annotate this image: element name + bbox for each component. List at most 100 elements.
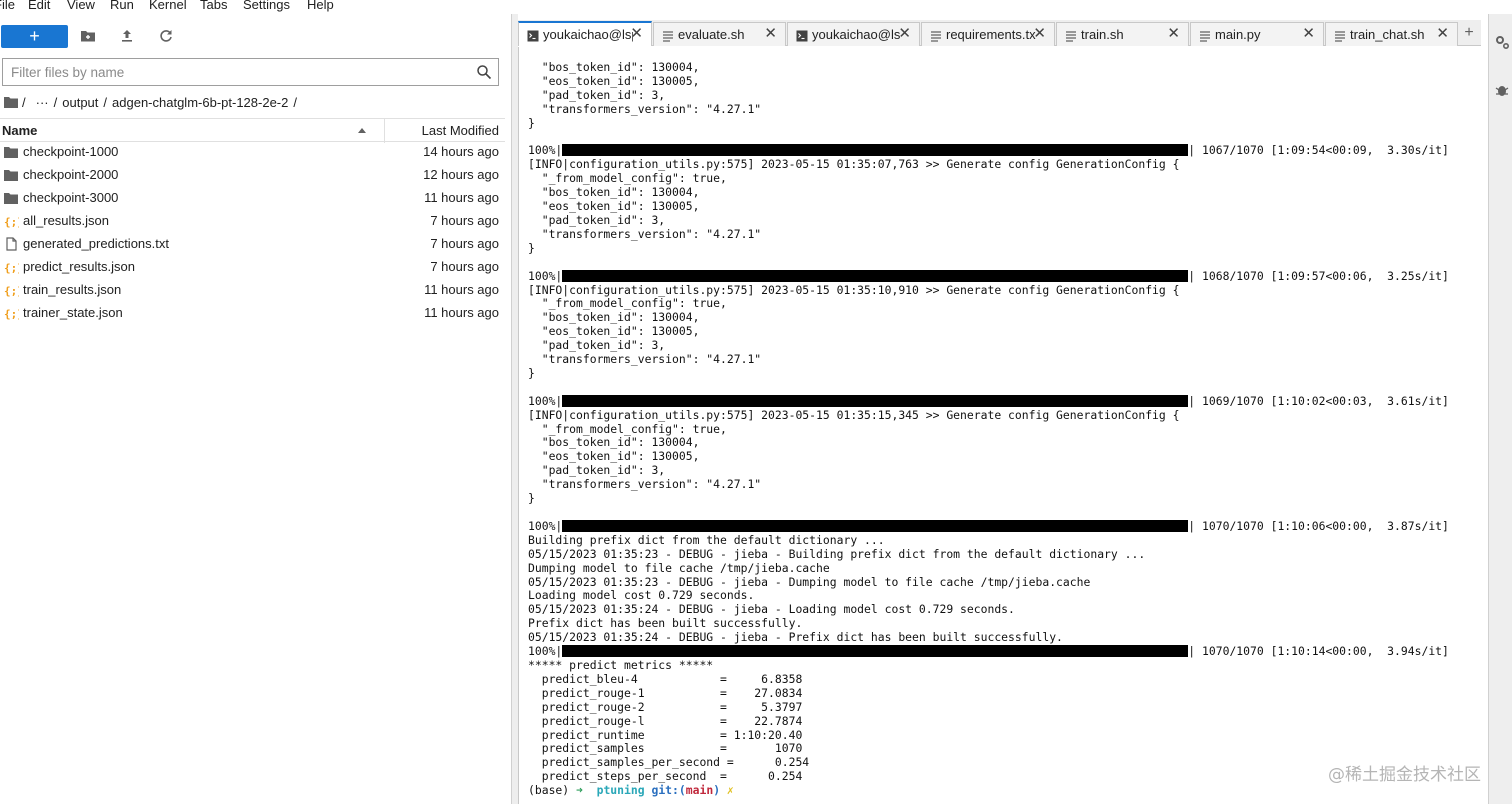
breadcrumb-item-output[interactable]: output [62, 95, 98, 110]
file-row[interactable]: {;} trainer_state.json 11 hours ago [0, 302, 505, 325]
json-file-icon: {;} [4, 260, 24, 275]
tab-requirements-tx[interactable]: requirements.tx ✕ [921, 22, 1055, 46]
file-filter-box [2, 58, 499, 86]
terminal-icon [527, 29, 539, 42]
prompt-git: git:( [651, 783, 686, 798]
property-inspector-gear-icon[interactable] [1494, 34, 1510, 50]
file-name: predict_results.json [23, 259, 135, 274]
tab-youkaichao-lsp[interactable]: youkaichao@lsp ✕ [787, 22, 920, 46]
terminal-line: } [528, 365, 535, 380]
file-name: train_results.json [23, 282, 122, 297]
dock-tab-bar: youkaichao@lsp ✕ evaluate.sh ✕ youkaichao@ls… [518, 20, 1481, 46]
terminal-line: Loading model cost 0.729 seconds. [528, 588, 755, 603]
progress-percent: 100%| [528, 143, 563, 158]
progress-percent: 100%| [528, 393, 563, 408]
file-row[interactable]: checkpoint-1000 14 hours ago [0, 141, 505, 164]
file-modified: 11 hours ago [424, 190, 499, 205]
right-sidebar [1488, 14, 1512, 804]
terminal-line: predict_bleu-4 = 6.8358 [528, 671, 803, 686]
folder-icon[interactable] [4, 96, 19, 108]
close-tab-icon[interactable]: ✕ [1033, 26, 1046, 42]
close-tab-icon[interactable]: ✕ [1302, 26, 1315, 42]
progress-status: | 1070/1070 [1:10:14<00:00, 3.94s/it] [1188, 644, 1449, 659]
text-file-icon [1065, 29, 1077, 42]
file-row[interactable]: {;} all_results.json 7 hours ago [0, 210, 505, 233]
breadcrumb-root[interactable]: / [22, 95, 26, 110]
terminal-panel[interactable]: "bos_token_id": 130004, "eos_token_id": … [518, 47, 1481, 804]
filter-files-input[interactable] [3, 59, 463, 85]
tab-train-chat-sh[interactable]: train_chat.sh ✕ [1325, 22, 1458, 46]
menu-item-kernel[interactable]: Kernel [149, 0, 187, 13]
progress-bar [562, 394, 1189, 407]
json-file-icon: {;} [4, 214, 24, 229]
menu-item-edit[interactable]: Edit [28, 0, 50, 13]
prompt-directory: ptuning [596, 783, 645, 798]
last-modified-column-header[interactable]: Last Modified [422, 123, 499, 138]
tab-youkaichao-lsp[interactable]: youkaichao@lsp ✕ [518, 21, 652, 46]
menu-item-view[interactable]: View [67, 0, 95, 13]
menu-item-run[interactable]: Run [110, 0, 134, 13]
file-modified: 12 hours ago [423, 167, 499, 182]
terminal-line: } [528, 491, 535, 506]
tab-main-py[interactable]: main.py ✕ [1190, 22, 1324, 46]
file-name: generated_predictions.txt [23, 236, 169, 251]
new-folder-button[interactable] [78, 26, 98, 46]
svg-text:{;}: {;} [4, 308, 19, 321]
tab-label: train.sh [1081, 27, 1124, 42]
refresh-icon [160, 30, 172, 42]
file-row[interactable]: {;} predict_results.json 7 hours ago [0, 256, 505, 279]
search-icon[interactable] [476, 64, 492, 80]
name-column-header[interactable]: Name [2, 123, 37, 138]
tab-evaluate-sh[interactable]: evaluate.sh ✕ [653, 22, 786, 46]
close-tab-icon[interactable]: ✕ [764, 26, 777, 42]
text-file-icon [4, 237, 19, 251]
file-modified: 7 hours ago [430, 213, 499, 228]
file-row[interactable]: checkpoint-2000 12 hours ago [0, 164, 505, 187]
close-tab-icon[interactable]: ✕ [1436, 26, 1449, 42]
prompt-dirty-icon: ✗ [726, 783, 734, 798]
new-launcher-button[interactable]: + [1, 25, 68, 48]
tab-label: main.py [1215, 27, 1261, 42]
debugger-bug-icon[interactable] [1494, 82, 1510, 98]
progress-bar [562, 269, 1189, 282]
sort-ascending-icon[interactable] [357, 126, 367, 134]
file-name: trainer_state.json [23, 305, 123, 320]
terminal-line: } [528, 240, 535, 255]
terminal-line: "transformers_version": "4.27.1" [528, 226, 762, 241]
refresh-button[interactable] [156, 26, 176, 46]
progress-percent: 100%| [528, 644, 563, 659]
breadcrumb-ellipsis[interactable]: ··· [36, 95, 49, 110]
file-row[interactable]: {;} train_results.json 11 hours ago [0, 279, 505, 302]
terminal-line: "eos_token_id": 130005, [528, 324, 700, 339]
terminal-line: "bos_token_id": 130004, [528, 435, 700, 450]
add-tab-button[interactable]: + [1458, 22, 1480, 44]
upload-button[interactable] [117, 26, 137, 46]
close-tab-icon[interactable]: ✕ [1167, 26, 1180, 42]
menu-item-file[interactable]: File [0, 0, 15, 13]
menu-item-settings[interactable]: Settings [243, 0, 290, 13]
close-tab-icon[interactable]: ✕ [630, 26, 643, 42]
close-tab-icon[interactable]: ✕ [898, 26, 911, 42]
file-modified: 7 hours ago [430, 259, 499, 274]
tab-train-sh[interactable]: train.sh ✕ [1056, 22, 1189, 46]
terminal-line: predict_steps_per_second = 0.254 [528, 769, 803, 784]
terminal-line: [INFO|configuration_utils.py:575] 2023-0… [528, 407, 1180, 422]
terminal-line: [INFO|configuration_utils.py:575] 2023-0… [528, 282, 1180, 297]
terminal-line: Prefix dict has been built successfully. [528, 616, 803, 631]
file-name: checkpoint-1000 [23, 144, 119, 159]
terminal-line: "_from_model_config": true, [528, 171, 727, 186]
terminal-line: Building prefix dict from the default di… [528, 532, 885, 547]
terminal-output: "bos_token_id": 130004, "eos_token_id": … [528, 60, 1449, 798]
menu-item-help[interactable]: Help [307, 0, 334, 13]
file-row[interactable]: generated_predictions.txt 7 hours ago [0, 233, 505, 256]
column-divider[interactable] [384, 119, 385, 143]
terminal-line: "eos_token_id": 130005, [528, 199, 700, 214]
json-file-icon: {;} [4, 306, 24, 321]
menu-item-tabs[interactable]: Tabs [200, 0, 227, 13]
text-file-icon [1334, 29, 1346, 42]
terminal-line: "bos_token_id": 130004, [528, 185, 700, 200]
svg-text:{;}: {;} [4, 262, 19, 275]
file-row[interactable]: checkpoint-3000 11 hours ago [0, 187, 505, 210]
breadcrumb-item-current[interactable]: adgen-chatglm-6b-pt-128-2e-2 [112, 95, 288, 110]
file-modified: 14 hours ago [423, 144, 499, 159]
